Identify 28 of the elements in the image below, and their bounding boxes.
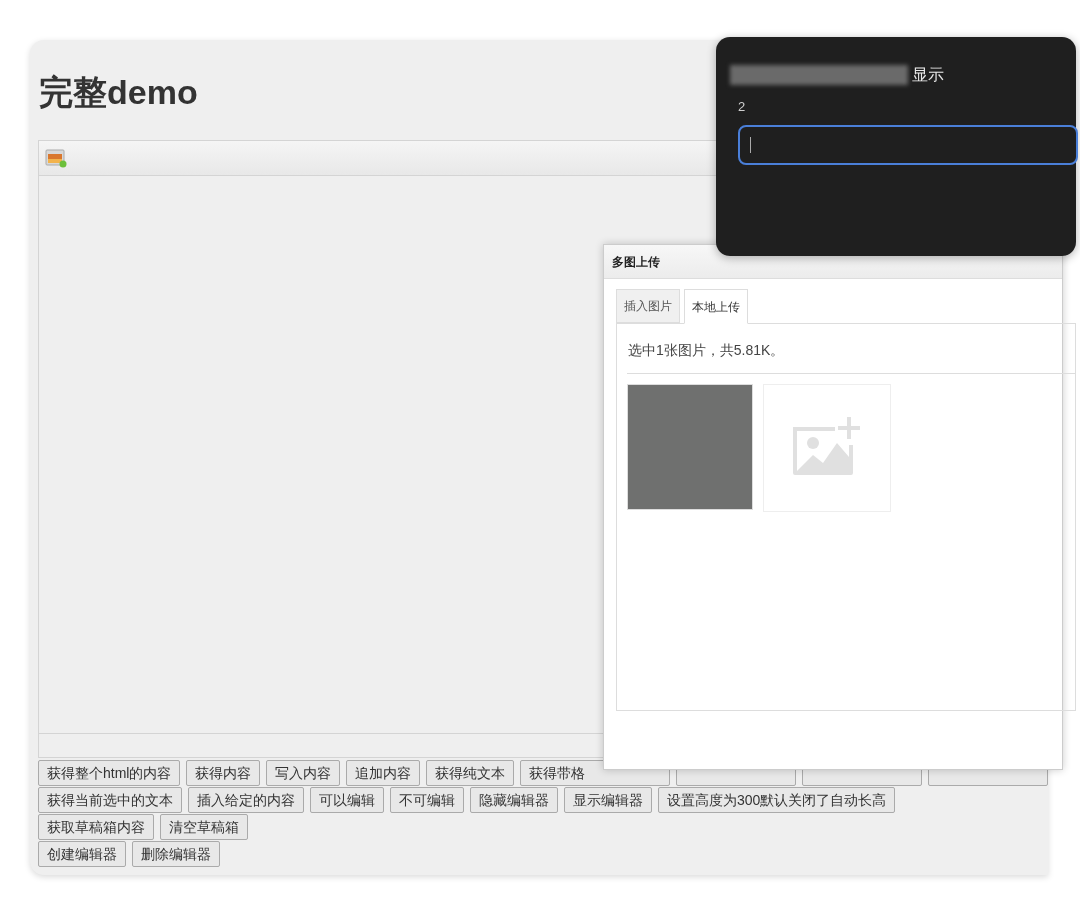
action-button[interactable]: 获得内容 bbox=[186, 760, 261, 786]
action-button[interactable]: 清空草稿箱 bbox=[160, 814, 248, 840]
selection-status: 选中1张图片，共5.81K。 bbox=[628, 341, 785, 360]
dialog-title: 多图上传 bbox=[612, 253, 660, 271]
action-button[interactable]: 获得整个html的内容 bbox=[38, 760, 181, 786]
tab[interactable]: 本地上传 bbox=[684, 289, 748, 324]
prompt-label: 2 bbox=[738, 98, 746, 116]
action-button[interactable]: 插入给定的内容 bbox=[188, 787, 304, 813]
action-button[interactable]: 获得当前选中的文本 bbox=[38, 787, 182, 813]
action-button[interactable]: 获取草稿箱内容 bbox=[38, 814, 154, 840]
prompt-input[interactable] bbox=[738, 124, 1078, 165]
tab[interactable]: 插入图片 bbox=[616, 289, 680, 323]
action-button[interactable]: 隐藏编辑器 bbox=[470, 787, 558, 813]
action-button[interactable]: 追加内容 bbox=[346, 760, 421, 786]
action-button[interactable]: 可以编辑 bbox=[310, 787, 384, 813]
action-button[interactable]: 写入内容 bbox=[266, 760, 341, 786]
insert-image-icon[interactable] bbox=[45, 148, 67, 168]
action-button[interactable]: 不可编辑 bbox=[390, 787, 464, 813]
action-button[interactable]: 创建编辑器 bbox=[38, 841, 126, 867]
text-cursor bbox=[750, 136, 751, 153]
prompt-title: 显示 bbox=[912, 65, 944, 85]
action-button[interactable]: 显示编辑器 bbox=[564, 787, 652, 813]
action-button[interactable]: 设置高度为300默认关闭了自动长高 bbox=[658, 787, 896, 813]
action-button[interactable]: 获得纯文本 bbox=[426, 760, 515, 786]
add-image-tile[interactable] bbox=[763, 384, 891, 512]
image-thumbnail[interactable] bbox=[627, 384, 753, 510]
page-title: 完整demo bbox=[39, 72, 198, 112]
action-button[interactable]: 删除编辑器 bbox=[132, 841, 220, 867]
